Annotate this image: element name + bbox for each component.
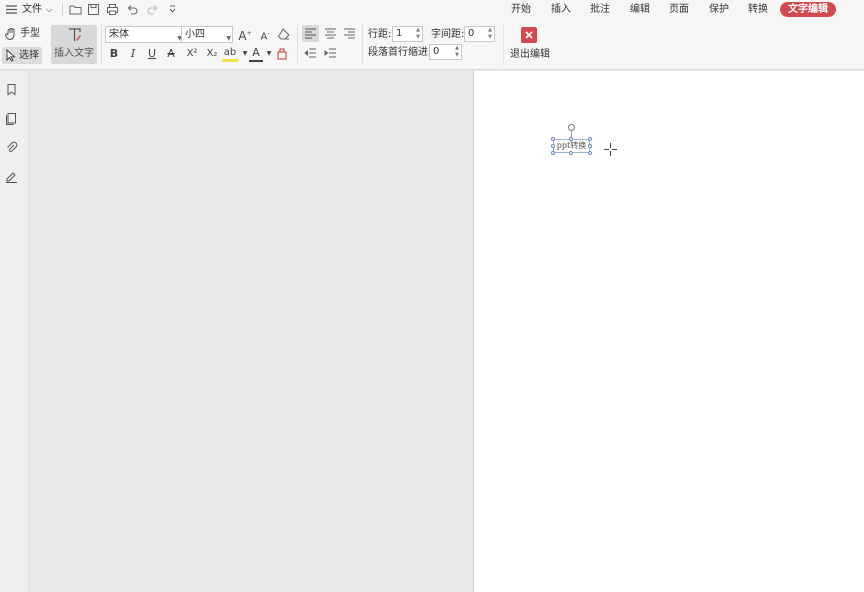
font-size-value: 小四 bbox=[185, 29, 205, 40]
tab-start[interactable]: 开始 bbox=[511, 3, 531, 17]
file-menu[interactable]: 文件 bbox=[22, 3, 42, 17]
ribbon-toolbar: 手型 选择 插入文字 宋体 ▼ 小四 ▼ A+ A- B I U A X² X₂… bbox=[0, 19, 864, 70]
tab-page[interactable]: 页面 bbox=[669, 3, 689, 17]
save-icon[interactable] bbox=[87, 3, 100, 16]
redo-icon[interactable] bbox=[146, 3, 159, 16]
strikethrough-button[interactable]: A bbox=[164, 47, 178, 61]
superscript-button[interactable]: X² bbox=[183, 47, 201, 61]
hand-icon bbox=[4, 27, 18, 41]
close-icon bbox=[521, 27, 537, 43]
highlight-button[interactable]: ab bbox=[222, 47, 238, 62]
resize-handle[interactable] bbox=[588, 151, 592, 155]
bookmark-icon[interactable] bbox=[5, 83, 18, 96]
spinner-icon[interactable]: ▲ ▼ bbox=[455, 45, 459, 59]
menu-bar: 文件 ⌵ 开始 插入 批注 编辑 页面 保护 转换 文字编辑 bbox=[0, 0, 864, 19]
spinner-icon[interactable]: ▲ ▼ bbox=[488, 27, 492, 41]
exit-edit-label: 退出编辑 bbox=[510, 49, 550, 60]
align-right-button[interactable] bbox=[341, 25, 358, 42]
divider bbox=[503, 23, 504, 65]
rotate-handle-icon[interactable] bbox=[568, 124, 575, 131]
font-name-value: 宋体 bbox=[109, 29, 129, 40]
insert-text-label: 插入文字 bbox=[54, 48, 94, 59]
select-tool[interactable]: 选择 bbox=[2, 47, 42, 64]
document-canvas bbox=[29, 71, 473, 592]
attachment-icon[interactable] bbox=[5, 141, 18, 154]
font-shrink-icon[interactable]: A- bbox=[258, 27, 272, 42]
open-icon[interactable] bbox=[69, 3, 82, 16]
hand-label: 手型 bbox=[20, 28, 40, 39]
align-left-button[interactable] bbox=[302, 25, 319, 42]
tab-text-edit[interactable]: 文字编辑 bbox=[780, 2, 836, 17]
menu-icon[interactable] bbox=[5, 3, 18, 16]
divider bbox=[62, 3, 63, 16]
font-size-select[interactable]: 小四 ▼ bbox=[181, 26, 233, 43]
print-icon[interactable] bbox=[106, 3, 119, 16]
clear-format-icon[interactable] bbox=[277, 27, 291, 41]
resize-handle[interactable] bbox=[588, 144, 592, 148]
resize-handle[interactable] bbox=[569, 151, 573, 155]
pages-icon[interactable] bbox=[5, 112, 18, 125]
indent-increase-button[interactable] bbox=[322, 45, 339, 62]
divider bbox=[362, 23, 363, 65]
signature-icon[interactable] bbox=[5, 170, 18, 183]
chevron-down-icon: ▼ bbox=[226, 35, 231, 42]
tab-insert[interactable]: 插入 bbox=[551, 3, 571, 17]
hand-tool[interactable]: 手型 bbox=[4, 26, 44, 42]
undo-icon[interactable] bbox=[126, 3, 139, 16]
italic-button[interactable]: I bbox=[126, 47, 140, 61]
format-eraser-icon[interactable] bbox=[275, 47, 289, 61]
cursor-icon bbox=[5, 49, 17, 62]
char-spacing-label: 字间距: bbox=[431, 29, 465, 40]
document-page[interactable] bbox=[473, 71, 864, 592]
char-spacing-input[interactable]: 0 ▲ ▼ bbox=[464, 26, 495, 42]
tab-protect[interactable]: 保护 bbox=[709, 3, 729, 17]
underline-button[interactable]: U bbox=[145, 47, 159, 61]
tab-convert[interactable]: 转换 bbox=[748, 3, 768, 17]
line-spacing-value: 1 bbox=[396, 28, 403, 39]
bold-button[interactable]: B bbox=[107, 47, 121, 61]
tab-comment[interactable]: 批注 bbox=[590, 3, 610, 17]
resize-handle[interactable] bbox=[551, 151, 555, 155]
font-grow-icon[interactable]: A+ bbox=[238, 27, 252, 43]
resize-handle[interactable] bbox=[551, 137, 555, 141]
select-label: 选择 bbox=[19, 50, 39, 61]
font-color-button[interactable]: A bbox=[249, 47, 263, 62]
divider bbox=[297, 23, 298, 65]
insert-text-icon bbox=[67, 27, 83, 43]
exit-edit-button[interactable]: 退出编辑 bbox=[508, 25, 552, 65]
indent-label: 段落首行缩进: bbox=[368, 47, 432, 58]
chevron-down-icon[interactable]: ⌵ bbox=[46, 3, 52, 17]
left-sidebar bbox=[0, 71, 29, 592]
chevron-down-icon[interactable]: ▼ bbox=[262, 47, 276, 61]
line-spacing-label: 行距: bbox=[368, 29, 392, 40]
more-icon[interactable] bbox=[166, 3, 179, 16]
crosshair-cursor-icon bbox=[604, 143, 617, 156]
divider bbox=[101, 23, 102, 65]
align-center-button[interactable] bbox=[322, 25, 339, 42]
spinner-icon[interactable]: ▲ ▼ bbox=[416, 27, 420, 41]
resize-handle[interactable] bbox=[551, 144, 555, 148]
subscript-button[interactable]: X₂ bbox=[203, 47, 221, 61]
resize-handle[interactable] bbox=[569, 137, 573, 141]
tab-edit[interactable]: 编辑 bbox=[630, 3, 650, 17]
line-spacing-input[interactable]: 1 ▲ ▼ bbox=[392, 26, 423, 42]
indent-decrease-button[interactable] bbox=[302, 45, 319, 62]
indent-input[interactable]: 0 ▲ ▼ bbox=[429, 44, 462, 60]
char-spacing-value: 0 bbox=[468, 28, 475, 39]
indent-value: 0 bbox=[433, 46, 440, 57]
resize-handle[interactable] bbox=[588, 137, 592, 141]
font-name-select[interactable]: 宋体 ▼ bbox=[105, 26, 184, 43]
insert-text-button[interactable]: 插入文字 bbox=[51, 25, 97, 64]
